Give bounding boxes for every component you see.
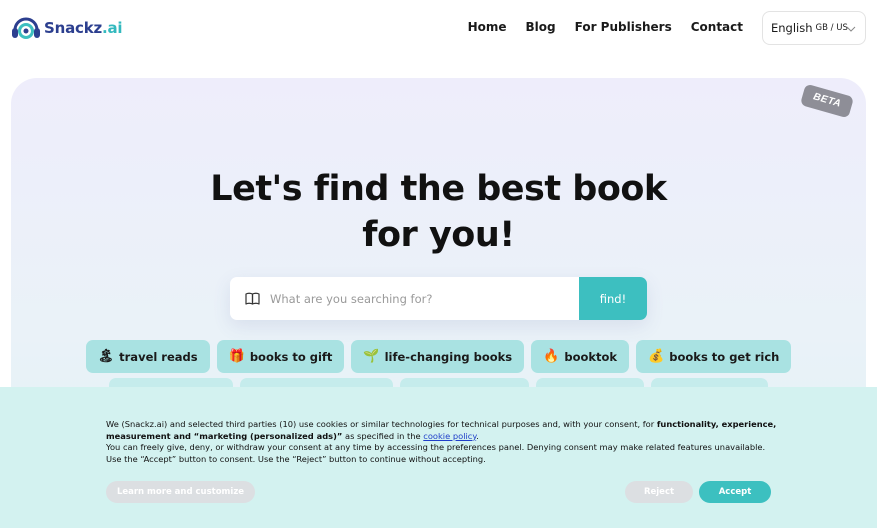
- language-region: GB / US: [815, 23, 848, 33]
- suggestion-chips: 🏝 travel reads 🎁 books to gift 🌱 life-ch…: [11, 340, 866, 373]
- hero-title: Let's find the best book for you!: [11, 166, 866, 258]
- chevron-down-icon: [846, 23, 856, 33]
- headphones-logo-icon: [10, 13, 42, 43]
- chip-books-to-get-rich[interactable]: 💰 books to get rich: [636, 340, 792, 373]
- accept-button[interactable]: Accept: [699, 481, 771, 503]
- cookie-line1-mid: as specified in the: [342, 430, 424, 441]
- gift-icon: 🎁: [228, 349, 245, 364]
- hero-title-line1: Let's find the best book: [210, 169, 667, 209]
- nav-contact-link[interactable]: Contact: [691, 20, 743, 34]
- nav-publishers-link[interactable]: For Publishers: [575, 20, 672, 34]
- chip-books-to-gift[interactable]: 🎁 books to gift: [216, 340, 345, 373]
- learn-more-button[interactable]: Learn more and customize: [106, 481, 255, 503]
- nav-home-link[interactable]: Home: [468, 20, 507, 34]
- brand-name-suffix: .ai: [102, 19, 123, 37]
- chip-label: books to get rich: [669, 349, 780, 364]
- chip-travel-reads[interactable]: 🏝 travel reads: [85, 340, 210, 373]
- seedling-icon: 🌱: [363, 349, 380, 364]
- nav-blog-link[interactable]: Blog: [526, 20, 556, 34]
- chip-label: booktok: [564, 349, 618, 364]
- cookie-line3: Use the “Accept” button to consent. Use …: [106, 453, 486, 464]
- brand-name-main: Snackz: [44, 19, 103, 37]
- cookie-policy-link[interactable]: cookie policy: [423, 431, 476, 441]
- reject-button[interactable]: Reject: [625, 481, 693, 503]
- chip-life-changing-books[interactable]: 🌱 life-changing books: [351, 340, 525, 373]
- chip-label: travel reads: [119, 349, 198, 364]
- beta-badge: BETA: [799, 83, 855, 119]
- language-select[interactable]: English GB / US: [762, 11, 866, 45]
- search-input[interactable]: [270, 277, 570, 320]
- chip-label: life-changing books: [384, 349, 513, 364]
- main-nav: Home Blog For Publishers Contact: [468, 20, 743, 34]
- chip-label: books to gift: [249, 349, 333, 364]
- cookie-notice-text: We (Snackz.ai) and selected third partie…: [106, 419, 786, 465]
- cookie-line2: You can freely give, deny, or withdraw y…: [106, 442, 766, 453]
- search-bar: find!: [230, 277, 647, 320]
- brand-name: Snackz.ai: [44, 19, 123, 37]
- language-label: English: [771, 21, 813, 35]
- brand-logo[interactable]: Snackz.ai: [10, 13, 123, 43]
- cookie-line1-end: .: [476, 430, 479, 441]
- site-header: Snackz.ai Home Blog For Publishers Conta…: [0, 0, 877, 58]
- island-icon: 🏝: [97, 349, 115, 364]
- cookie-banner: We (Snackz.ai) and selected third partie…: [0, 387, 877, 528]
- money-bag-icon: 💰: [648, 349, 665, 364]
- fire-icon: 🔥: [543, 349, 560, 364]
- cookie-line1-start: We (Snackz.ai) and selected third partie…: [106, 419, 657, 429]
- hero-title-line2: for you!: [362, 215, 515, 255]
- open-book-icon: [244, 290, 261, 307]
- find-button[interactable]: find!: [579, 277, 647, 320]
- chip-booktok[interactable]: 🔥 booktok: [531, 340, 630, 373]
